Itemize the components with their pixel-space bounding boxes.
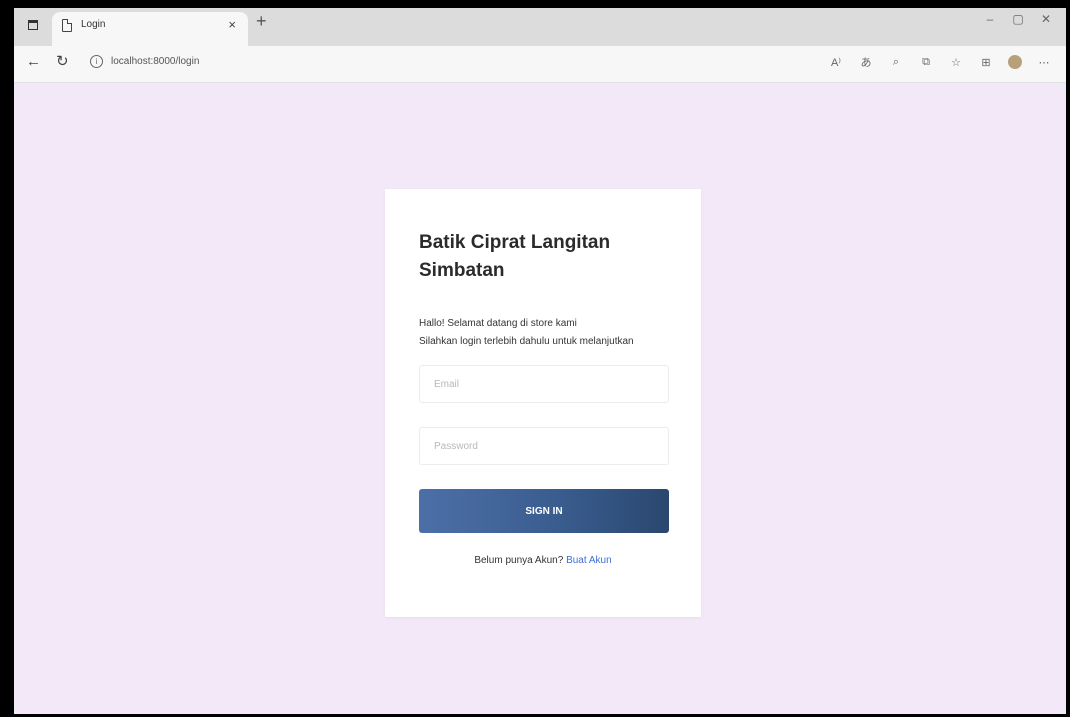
address-bar-row: ← ↻ i localhost:8000/login A⁾ あ ⌕ ⧉ ☆ ⊞ … [14, 46, 1066, 83]
tab-close-icon[interactable]: × [228, 18, 236, 31]
maximize-icon[interactable]: ▢ [1004, 12, 1032, 26]
url-text[interactable]: localhost:8000/login [111, 56, 199, 67]
greeting-text: Hallo! Selamat datang di store kami Sila… [419, 315, 634, 351]
info-icon[interactable]: i [90, 55, 103, 68]
register-prompt-line: Belum punya Akun? Buat Akun [385, 555, 701, 566]
favorites-icon[interactable]: ☆ [948, 56, 964, 69]
tab-actions-icon[interactable] [24, 16, 42, 34]
zoom-icon[interactable]: ⌕ [888, 56, 904, 69]
read-aloud-icon[interactable]: A⁾ [828, 56, 844, 69]
greeting-line-1: Hallo! Selamat datang di store kami [419, 318, 577, 329]
sign-in-button[interactable]: SIGN IN [419, 489, 669, 533]
window-controls: – ▢ ✕ [976, 12, 1060, 26]
tab-strip: Login × + – ▢ ✕ [14, 8, 1066, 46]
password-field[interactable] [419, 427, 669, 465]
profile-icon[interactable] [1008, 55, 1022, 69]
collections-icon[interactable]: ⊞ [978, 56, 994, 69]
back-icon[interactable]: ← [26, 54, 41, 69]
email-field[interactable] [419, 365, 669, 403]
page-icon [62, 19, 72, 32]
minimize-icon[interactable]: – [976, 12, 1004, 26]
refresh-icon[interactable]: ↻ [56, 54, 69, 69]
more-icon[interactable]: ⋯ [1036, 56, 1052, 69]
extensions-icon[interactable]: ⧉ [918, 56, 934, 69]
tab-title: Login [81, 19, 106, 30]
register-prompt: Belum punya Akun? [474, 555, 564, 566]
translate-icon[interactable]: あ [858, 54, 874, 70]
browser-toolbar: A⁾ あ ⌕ ⧉ ☆ ⊞ ⋯ [828, 54, 1052, 70]
tab-login[interactable]: Login × [52, 12, 248, 46]
store-title: Batik Ciprat Langitan Simbatan [419, 232, 611, 281]
browser-window: Login × + – ▢ ✕ ← ↻ i localhost:8000/log… [0, 0, 1070, 717]
register-link[interactable]: Buat Akun [566, 555, 612, 566]
new-tab-icon[interactable]: + [256, 12, 267, 30]
login-card: Batik Ciprat Langitan Simbatan Hallo! Se… [385, 189, 701, 617]
page-content: Batik Ciprat Langitan Simbatan Hallo! Se… [14, 83, 1066, 714]
close-window-icon[interactable]: ✕ [1032, 12, 1060, 26]
greeting-line-2: Silahkan login terlebih dahulu untuk mel… [419, 336, 634, 347]
